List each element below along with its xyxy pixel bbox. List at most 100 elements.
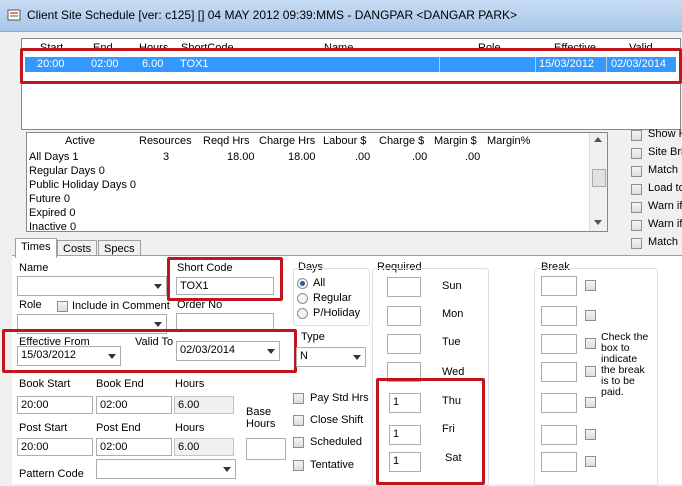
col-charge-hrs[interactable]: Charge Hrs: [259, 135, 315, 147]
include-in-comment-checkbox[interactable]: [57, 301, 68, 312]
tentative-checkbox[interactable]: [293, 460, 304, 471]
break-tue-input[interactable]: [541, 334, 577, 354]
site-brief-checkbox[interactable]: [631, 148, 642, 159]
pattern-code-label: Pattern Code: [19, 468, 84, 480]
col-margin-pct[interactable]: Margin%: [487, 135, 530, 147]
load-to-checkbox[interactable]: [631, 184, 642, 195]
base-hours-input[interactable]: [246, 438, 286, 460]
match-2-checkbox[interactable]: [631, 238, 642, 249]
col-reqd-hrs[interactable]: Reqd Hrs: [203, 135, 249, 147]
required-sun-input[interactable]: [387, 277, 421, 297]
col-resources[interactable]: Resources: [139, 135, 192, 147]
warn-if-checkbox[interactable]: [631, 202, 642, 213]
post-start-input[interactable]: 20:00: [17, 438, 93, 456]
option-label: Load to: [648, 182, 682, 194]
check-label: Scheduled: [310, 436, 362, 448]
cell-active: All Days 1: [29, 151, 79, 163]
chevron-down-icon: [353, 355, 361, 360]
day-label: Wed: [442, 366, 465, 378]
break-thu-paid-checkbox[interactable]: [585, 397, 596, 408]
day-label: Tue: [442, 336, 461, 348]
break-mon-paid-checkbox[interactable]: [585, 310, 596, 321]
post-end-input[interactable]: 02:00: [96, 438, 172, 456]
break-note-line: paid.: [601, 386, 624, 398]
summary-grid[interactable]: Active Resources Reqd Hrs Charge Hrs Lab…: [26, 132, 608, 233]
base-hours-label: Hours: [246, 418, 276, 430]
check-label: Close Shift: [310, 414, 364, 426]
book-hours-label: Hours: [175, 378, 205, 390]
type-dropdown[interactable]: N: [296, 347, 366, 367]
days-option-label: Regular: [313, 292, 352, 304]
role-label: Role: [19, 299, 42, 311]
check-label: Pay Std Hrs: [310, 392, 369, 404]
list-item[interactable]: Inactive 0: [29, 221, 76, 233]
required-mon-input[interactable]: [387, 306, 421, 326]
option-label: Site Bri: [648, 146, 682, 158]
break-tue-paid-checkbox[interactable]: [585, 338, 596, 349]
book-hours-input: 6.00: [174, 396, 234, 414]
break-thu-input[interactable]: [541, 393, 577, 413]
days-pholiday-radio[interactable]: [297, 308, 308, 319]
book-start-label: Book Start: [19, 378, 71, 390]
list-item[interactable]: Future 0: [29, 193, 70, 205]
break-sat-paid-checkbox[interactable]: [585, 456, 596, 467]
break-fri-input[interactable]: [541, 425, 577, 445]
base-hours-label: Base: [246, 406, 272, 418]
highlight-box-required-days: [376, 378, 485, 485]
list-item[interactable]: Regular Days 0: [29, 165, 105, 177]
post-hours-label: Hours: [175, 422, 205, 434]
break-fri-paid-checkbox[interactable]: [585, 429, 596, 440]
name-dropdown[interactable]: [17, 276, 167, 296]
window-title: Client Site Schedule [ver: c125] [] 04 M…: [27, 8, 517, 22]
break-sat-input[interactable]: [541, 452, 577, 472]
cell-margin: .00: [465, 151, 481, 163]
break-mon-input[interactable]: [541, 306, 577, 326]
tab-times[interactable]: Times: [15, 238, 57, 258]
option-label: Warn if: [648, 200, 682, 212]
summary-scrollbar[interactable]: [589, 133, 607, 231]
book-start-input[interactable]: 20:00: [17, 396, 93, 414]
type-label: Type: [301, 331, 325, 343]
book-end-input[interactable]: 02:00: [96, 396, 172, 414]
break-wed-input[interactable]: [541, 362, 577, 382]
highlight-box-schedule-row: [20, 48, 682, 84]
match-checkbox[interactable]: [631, 166, 642, 177]
day-label: Sun: [442, 280, 462, 292]
break-note: Check the box to indicate the break is t…: [601, 332, 653, 398]
chevron-down-icon: [223, 467, 231, 472]
break-wed-paid-checkbox[interactable]: [585, 366, 596, 377]
list-item[interactable]: Public Holiday Days 0: [29, 179, 136, 191]
break-sun-paid-checkbox[interactable]: [585, 280, 596, 291]
cell-reqd-hrs: 18.00: [227, 151, 255, 163]
required-tue-input[interactable]: [387, 334, 421, 354]
cell-charge-hrs: 18.00: [288, 151, 316, 163]
days-all-radio[interactable]: [297, 278, 308, 289]
scroll-thumb[interactable]: [592, 169, 606, 187]
scroll-up-icon[interactable]: [594, 137, 602, 142]
pay-std-hrs-checkbox[interactable]: [293, 393, 304, 404]
close-shift-checkbox[interactable]: [293, 415, 304, 426]
col-charge[interactable]: Charge $: [379, 135, 424, 147]
show-checkbox[interactable]: [631, 130, 642, 141]
day-label: Mon: [442, 308, 464, 320]
times-tab-panel: Name Role Include in Comment Short Code …: [2, 255, 682, 486]
cell-charge: .00: [412, 151, 428, 163]
break-sun-input[interactable]: [541, 276, 577, 296]
col-labour[interactable]: Labour $: [323, 135, 366, 147]
book-end-label: Book End: [96, 378, 144, 390]
option-label: Warn if: [648, 218, 682, 230]
post-end-label: Post End: [96, 422, 141, 434]
post-start-label: Post Start: [19, 422, 68, 434]
table-row[interactable]: All Days 1 3 18.00 18.00 .00 .00 .00: [29, 151, 589, 164]
warn-if-2-checkbox[interactable]: [631, 220, 642, 231]
highlight-box-short-code: [167, 257, 283, 301]
pattern-code-dropdown[interactable]: [96, 459, 236, 479]
scheduled-checkbox[interactable]: [293, 437, 304, 448]
col-margin[interactable]: Margin $: [434, 135, 477, 147]
scroll-down-icon[interactable]: [594, 220, 602, 225]
days-regular-radio[interactable]: [297, 293, 308, 304]
list-item[interactable]: Expired 0: [29, 207, 75, 219]
cell-labour: .00: [355, 151, 371, 163]
col-active[interactable]: Active: [65, 135, 95, 147]
post-hours-input: 6.00: [174, 438, 234, 456]
